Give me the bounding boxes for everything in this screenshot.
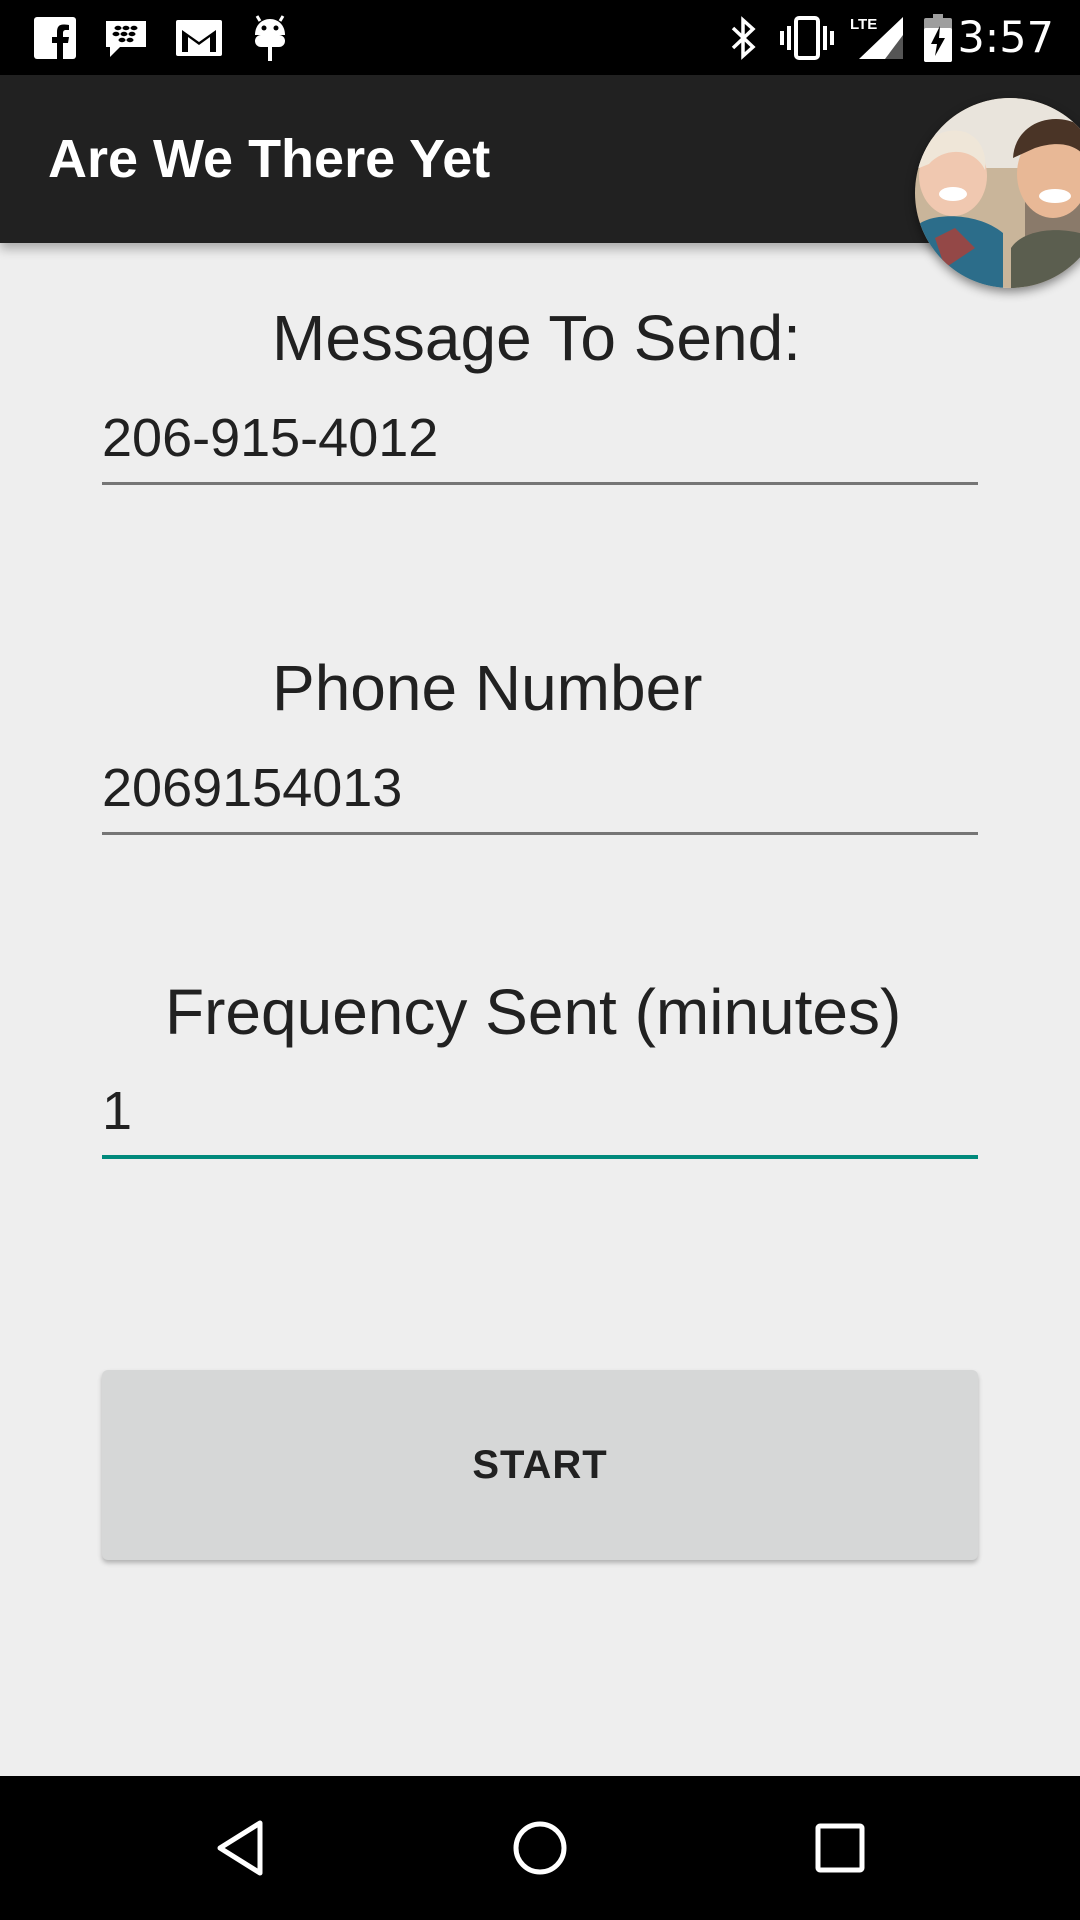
- frequency-label: Frequency Sent (minutes): [165, 976, 902, 1048]
- android-debug-icon: [250, 13, 290, 63]
- start-button[interactable]: START: [102, 1370, 978, 1560]
- phone-number-label: Phone Number: [272, 652, 703, 724]
- frequency-field[interactable]: [102, 1067, 978, 1159]
- navigation-bar: [0, 1776, 1080, 1920]
- app-title: Are We There Yet: [48, 129, 491, 189]
- message-field[interactable]: [102, 393, 978, 485]
- back-icon[interactable]: [200, 1808, 280, 1888]
- lte-label: LTE: [850, 16, 877, 33]
- bluetooth-icon: [724, 13, 764, 63]
- form-content: Message To Send: Phone Number Frequency …: [0, 243, 1080, 1776]
- battery-charging-icon: [916, 13, 960, 63]
- recents-icon[interactable]: [800, 1808, 880, 1888]
- status-bar: LTE 3:57: [0, 0, 1080, 75]
- facebook-icon: [32, 13, 78, 63]
- lte-signal-icon: LTE: [848, 13, 906, 63]
- blackberry-messenger-icon: [102, 13, 150, 63]
- vibrate-icon: [778, 13, 836, 63]
- message-label: Message To Send:: [272, 302, 801, 374]
- home-icon[interactable]: [500, 1808, 580, 1888]
- status-time: 3:57: [957, 13, 1054, 63]
- gmail-icon: [174, 13, 224, 63]
- phone-number-field[interactable]: [102, 743, 978, 835]
